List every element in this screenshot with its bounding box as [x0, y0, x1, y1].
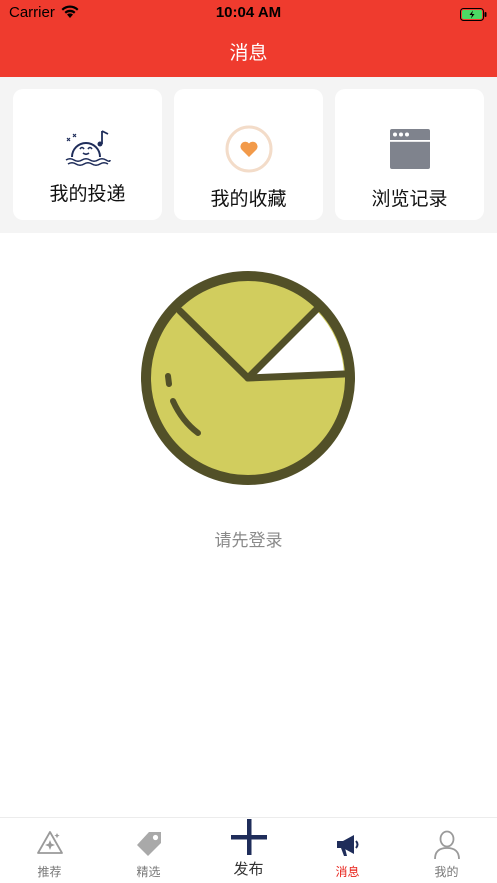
recommend-icon	[0, 829, 99, 855]
shortcut-cards: 我的投递 我的收藏 浏览记录	[0, 77, 497, 233]
tab-label: 精选	[136, 865, 161, 879]
tab-featured[interactable]: 精选	[99, 818, 198, 883]
tab-recommend[interactable]: 推荐	[0, 818, 99, 883]
card-label: 我的收藏	[210, 188, 287, 210]
battery-icon	[460, 6, 487, 21]
card-my-deliveries[interactable]: 我的投递	[13, 89, 162, 220]
megaphone-icon	[298, 832, 397, 858]
tab-label: 消息	[335, 865, 360, 879]
tab-messages[interactable]: 消息	[298, 818, 397, 883]
tab-bar: 推荐 精选 发布 消息 我的	[0, 817, 497, 883]
plus-icon	[199, 819, 298, 855]
tab-profile[interactable]: 我的	[397, 818, 496, 883]
card-browse-history[interactable]: 浏览记录	[335, 89, 484, 220]
page-title: 消息	[229, 42, 268, 64]
delivery-icon	[13, 129, 162, 169]
card-my-favorites[interactable]: 我的收藏	[174, 89, 323, 220]
login-prompt[interactable]: 请先登录	[0, 526, 497, 551]
status-time: 10:04 AM	[215, 4, 282, 21]
status-bar: Carrier 10:04 AM	[0, 0, 497, 26]
tab-label: 推荐	[37, 865, 62, 879]
pie-chart-icon	[138, 268, 358, 488]
card-label: 我的投递	[49, 183, 126, 205]
tab-publish[interactable]: 发布	[199, 818, 298, 883]
browser-history-icon	[335, 128, 484, 170]
card-label: 浏览记录	[371, 188, 448, 210]
navigation-bar: 消息	[0, 26, 497, 77]
tag-icon	[99, 829, 198, 857]
tab-label: 我的	[434, 865, 459, 879]
favorite-heart-icon	[174, 124, 323, 174]
tab-label: 发布	[233, 860, 264, 878]
user-icon	[397, 830, 496, 860]
